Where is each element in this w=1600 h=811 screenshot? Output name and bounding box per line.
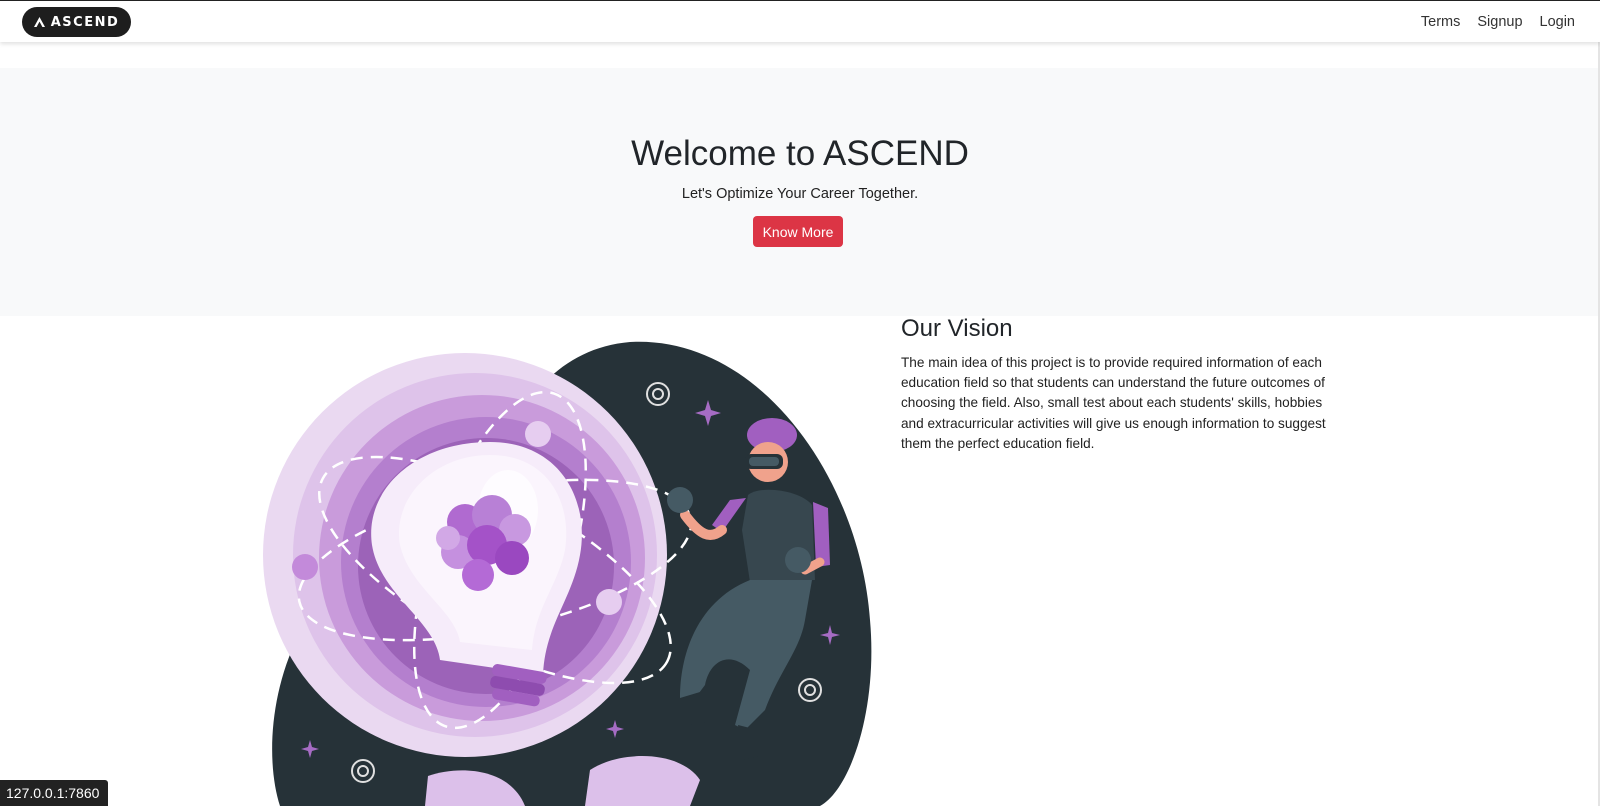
know-more-button[interactable]: Know More: [753, 216, 843, 247]
nav-link-login[interactable]: Login: [1540, 14, 1575, 30]
brand-logo[interactable]: ASCEND: [22, 7, 131, 37]
vision-heading: Our Vision: [901, 315, 1013, 342]
status-url-tooltip: 127.0.0.1:7860: [0, 780, 109, 806]
brand-label: ASCEND: [50, 14, 120, 30]
hero-subtitle: Let's Optimize Your Career Together.: [681, 186, 919, 202]
nav-links: Terms Signup Login: [1421, 1, 1575, 43]
nav-link-signup[interactable]: Signup: [1477, 14, 1522, 30]
navbar: ASCEND Terms Signup Login: [0, 0, 1600, 42]
hero-title: Welcome to ASCEND: [631, 134, 969, 173]
vision-illustration: [260, 330, 880, 806]
vision-section: Our Vision The main idea of this project…: [901, 313, 1331, 454]
vision-body: The main idea of this project is to prov…: [901, 355, 1326, 451]
nav-link-terms[interactable]: Terms: [1421, 14, 1460, 30]
hero-section: Welcome to ASCEND Let's Optimize Your Ca…: [0, 68, 1600, 316]
ascend-logo-icon: [33, 17, 45, 27]
lightbulb-vr-illustration-icon: [263, 341, 872, 806]
